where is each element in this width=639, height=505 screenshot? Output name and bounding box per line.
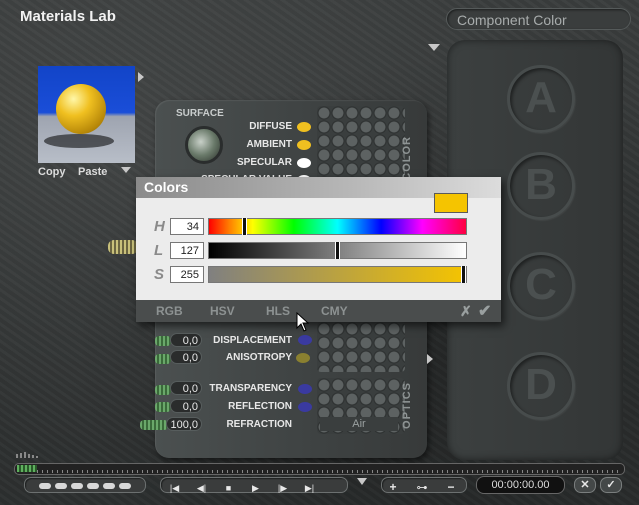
paste-menu-icon[interactable] — [121, 167, 131, 173]
timeline-ticks — [37, 470, 622, 473]
component-field[interactable]: Component Color — [446, 8, 631, 30]
slot-a[interactable]: A — [507, 65, 575, 133]
color-swatch — [434, 193, 468, 213]
s-value-input[interactable]: 255 — [170, 266, 204, 283]
keyframe-controls: + ⊶ − — [381, 477, 467, 495]
color-section-label: COLOR — [401, 136, 413, 181]
play-icon[interactable]: ▶ — [242, 481, 269, 495]
slot-d[interactable]: D — [507, 352, 575, 420]
slot-c[interactable]: C — [507, 252, 575, 320]
mode-hsv-tab[interactable]: HSV — [210, 304, 235, 318]
mouse-cursor-icon — [296, 312, 310, 332]
first-frame-icon[interactable]: |◀ — [161, 481, 188, 495]
displacement-knob[interactable] — [155, 336, 171, 346]
h-channel-label: H — [154, 218, 165, 235]
ambient-color-dot[interactable] — [297, 140, 311, 150]
anisotropy-dot[interactable] — [296, 353, 310, 363]
step-back-icon[interactable]: ◀| — [188, 481, 215, 495]
s-channel-label: S — [154, 266, 165, 283]
anisotropy-label: ANISOTROPY — [225, 352, 292, 363]
transport-controls: |◀ ◀| ■ ▶ |▶ ▶| — [160, 477, 348, 493]
specular-color-dot[interactable] — [297, 158, 311, 168]
mode-rgb-tab[interactable]: RGB — [156, 304, 183, 318]
key-icon[interactable]: ⊶ — [404, 481, 440, 495]
x-icon[interactable]: ✗ — [460, 303, 472, 320]
optics-section-label: OPTICS — [401, 382, 413, 429]
refraction-medium[interactable]: Air — [320, 417, 398, 431]
preview-options-icon[interactable] — [138, 72, 144, 82]
ambient-label: AMBIENT — [246, 139, 292, 150]
dialog-title: Colors — [144, 179, 189, 195]
preview-shadow — [44, 134, 114, 148]
step-forward-icon[interactable]: |▶ — [269, 481, 296, 495]
refraction-label: REFRACTION — [226, 419, 292, 430]
preview-sphere — [56, 84, 106, 134]
diffuse-label: DIFFUSE — [249, 121, 292, 132]
hue-slider-thumb[interactable] — [241, 218, 247, 235]
copy-button[interactable]: Copy — [38, 166, 66, 178]
apply-icon[interactable]: ✓ — [600, 477, 622, 493]
dialog-footer: RGB HSV HLS CMY ✗ ✔ — [136, 300, 501, 322]
displacement-label: DISPLACEMENT — [213, 335, 292, 346]
stop-icon[interactable]: ■ — [215, 481, 242, 495]
timeline-playhead[interactable] — [17, 465, 37, 472]
panel-slider-knob[interactable] — [108, 240, 138, 254]
surface-heading: SURFACE — [176, 108, 224, 119]
add-key-icon[interactable]: + — [382, 480, 404, 494]
h-value-input[interactable]: 34 — [170, 218, 204, 235]
remove-key-icon[interactable]: − — [440, 480, 462, 494]
hue-slider[interactable] — [208, 218, 467, 235]
surface-grid — [317, 106, 405, 180]
lightness-slider-thumb[interactable] — [335, 242, 340, 259]
saturation-slider-thumb[interactable] — [461, 266, 466, 283]
specular-label: SPECULAR — [236, 157, 292, 168]
app-title: Materials Lab — [20, 8, 116, 25]
l-value-input[interactable]: 127 — [170, 242, 204, 259]
close-icon[interactable]: ✕ — [574, 477, 596, 493]
diffuse-color-dot[interactable] — [297, 122, 311, 132]
last-frame-icon[interactable]: ▶| — [296, 481, 323, 495]
reflection-label: REFLECTION — [228, 401, 292, 412]
reflection-dot[interactable] — [298, 402, 312, 412]
menu-arrow-icon[interactable] — [428, 44, 440, 51]
level-bars-icon — [16, 452, 38, 458]
paste-button[interactable]: Paste — [78, 166, 107, 178]
l-channel-label: L — [154, 242, 164, 259]
mode-hls-tab[interactable]: HLS — [266, 304, 290, 318]
keyframe-pills[interactable] — [24, 477, 146, 493]
mode-cmy-tab[interactable]: CMY — [321, 304, 348, 318]
slot-b[interactable]: B — [507, 152, 575, 220]
panel-expand-icon[interactable] — [427, 354, 433, 364]
lightness-slider[interactable] — [208, 242, 467, 259]
timecode-display: 00:00:00.00 — [476, 476, 565, 494]
displacement-dot[interactable] — [298, 335, 312, 345]
anisotropy-knob[interactable] — [155, 354, 171, 364]
bump-grid — [317, 322, 405, 372]
refraction-knob[interactable] — [140, 420, 168, 430]
colors-dialog: Colors H 34 L 127 S 255 RGB HSV HLS CMY … — [136, 177, 501, 322]
transport-menu-icon[interactable] — [357, 478, 367, 485]
material-preview[interactable] — [38, 66, 135, 163]
transparency-dot[interactable] — [298, 384, 312, 394]
reflection-knob[interactable] — [155, 402, 171, 412]
saturation-slider[interactable] — [208, 266, 467, 283]
check-icon[interactable]: ✔ — [478, 301, 491, 321]
transparency-knob[interactable] — [155, 385, 171, 395]
timeline-scrubber[interactable] — [14, 463, 625, 475]
transparency-label: TRANSPARENCY — [209, 383, 292, 394]
